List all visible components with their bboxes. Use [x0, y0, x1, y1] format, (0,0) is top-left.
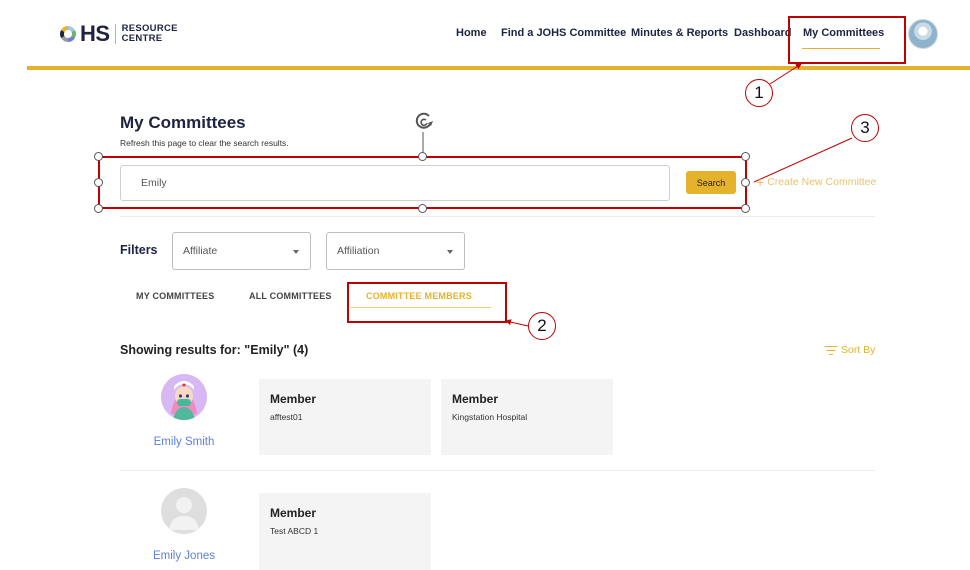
- nurse-avatar-icon: [171, 381, 197, 420]
- default-user-icon: [169, 497, 199, 530]
- membership-role: Member: [270, 506, 317, 520]
- result-divider: [120, 470, 875, 471]
- annotation-box-2: [347, 282, 507, 323]
- affiliate-select[interactable]: Affiliate: [172, 232, 311, 270]
- tab-my-committees[interactable]: MY COMMITTEES: [136, 291, 214, 301]
- selection-handle: [94, 152, 103, 161]
- annotation-marker-1: 1: [745, 79, 773, 107]
- selection-handle: [741, 178, 750, 187]
- membership-org: Kingstation Hospital: [452, 412, 528, 422]
- selection-handle: [418, 152, 427, 161]
- membership-role: Member: [452, 392, 499, 406]
- membership-org: Test ABCD 1: [270, 526, 319, 536]
- create-committee-label: Create New Committee: [767, 176, 877, 188]
- sort-by-button[interactable]: Sort By: [824, 344, 875, 356]
- selection-handle: [94, 178, 103, 187]
- chevron-down-icon: [447, 250, 453, 254]
- results-label: Showing results for: "Emily" (4): [120, 343, 309, 357]
- annotation-marker-3: 3: [851, 114, 879, 142]
- member-name-link[interactable]: Emily Smith: [139, 436, 229, 448]
- annotation-number-2: 2: [537, 316, 547, 335]
- membership-role: Member: [270, 392, 317, 406]
- affiliation-select[interactable]: Affiliation: [326, 232, 465, 270]
- membership-card[interactable]: Member Test ABCD 1: [259, 493, 431, 570]
- affiliation-select-value: Affiliation: [337, 245, 380, 257]
- avatar-emily-jones[interactable]: [161, 488, 207, 534]
- chevron-down-icon: [293, 250, 299, 254]
- divider: [120, 216, 875, 217]
- annotation-number-3: 3: [860, 118, 870, 137]
- filters-label: Filters: [120, 243, 158, 257]
- selection-handle: [418, 204, 427, 213]
- page-title: My Committees: [120, 113, 246, 132]
- sort-by-label: Sort By: [841, 344, 876, 356]
- member-name-link[interactable]: Emily Jones: [139, 550, 229, 562]
- annotation-arrow-1: [769, 63, 802, 85]
- plus-icon: +: [756, 174, 765, 190]
- membership-card[interactable]: Member afftest01: [259, 379, 431, 455]
- selection-handle: [741, 204, 750, 213]
- rotate-handle-icon: [413, 110, 435, 132]
- page-subtitle: Refresh this page to clear the search re…: [120, 138, 289, 148]
- selection-handle: [741, 152, 750, 161]
- affiliate-select-value: Affiliate: [183, 245, 218, 257]
- create-committee-link[interactable]: + Create New Committee: [756, 174, 877, 190]
- tab-all-committees[interactable]: ALL COMMITTEES: [249, 291, 332, 301]
- annotation-arrow-2: [505, 319, 529, 327]
- avatar-emily-smith[interactable]: [161, 374, 207, 420]
- membership-card[interactable]: Member Kingstation Hospital: [441, 379, 613, 455]
- sort-icon: [824, 345, 837, 355]
- selection-handle: [94, 204, 103, 213]
- annotation-number-1: 1: [754, 83, 764, 102]
- membership-org: afftest01: [270, 412, 303, 422]
- annotation-marker-2: 2: [528, 312, 556, 340]
- annotation-box-3: [98, 156, 747, 209]
